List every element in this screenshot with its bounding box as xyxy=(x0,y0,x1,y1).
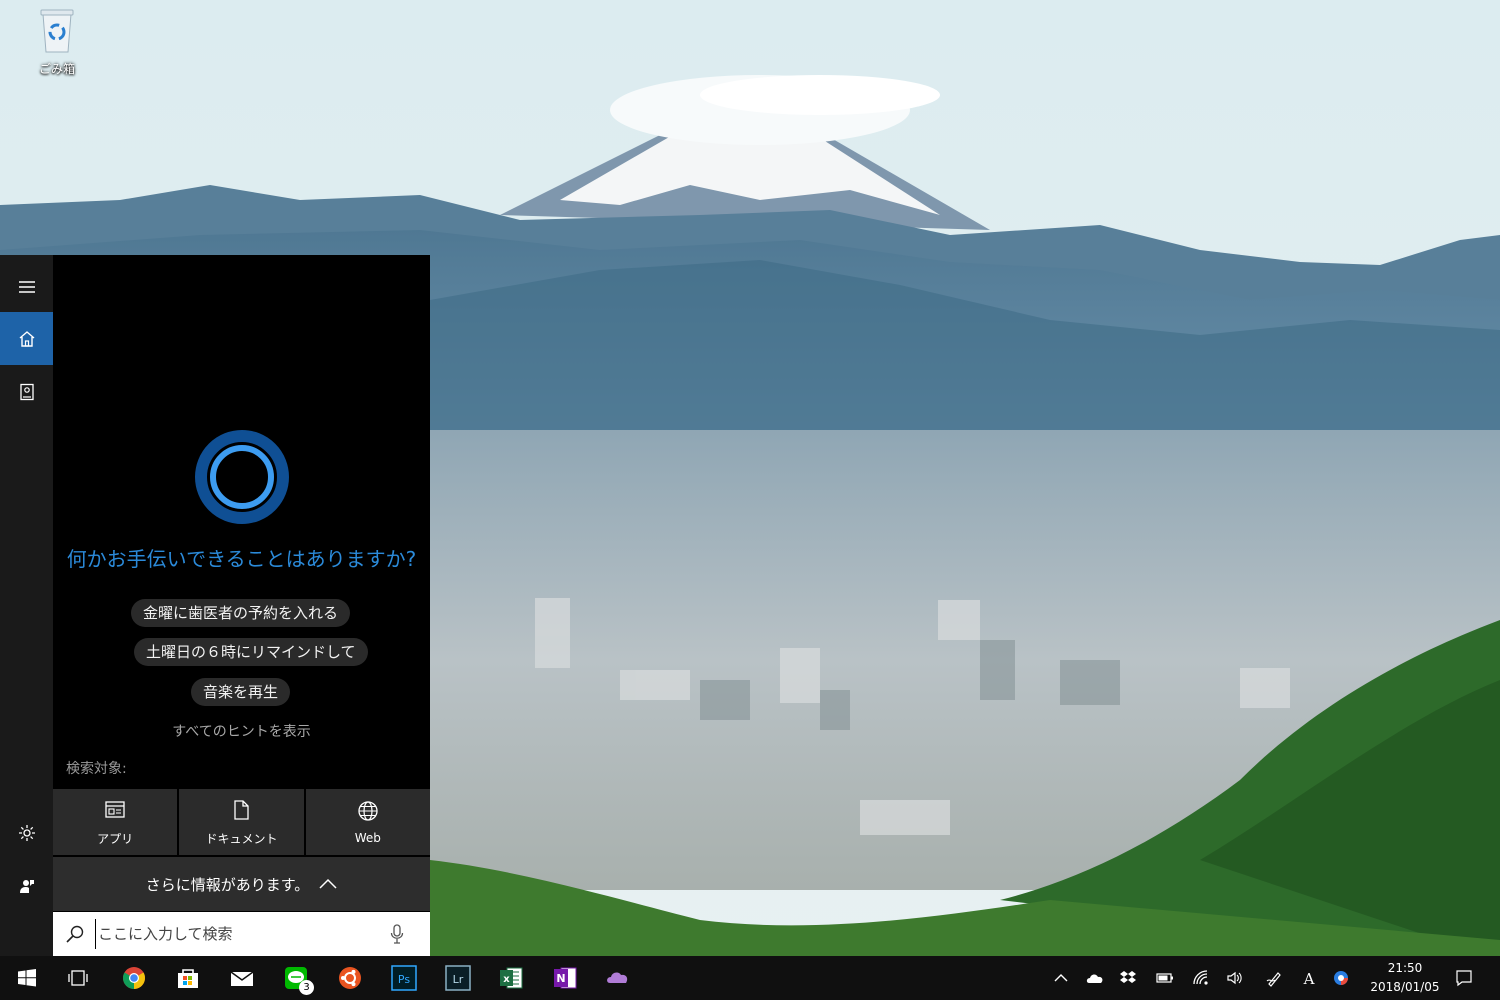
recycle-bin-icon xyxy=(40,9,74,53)
search-scopes: アプリ ドキュメント Web xyxy=(53,789,430,855)
scope-documents-label: ドキュメント xyxy=(205,831,278,846)
taskbar-onedrive[interactable] xyxy=(594,956,642,1000)
line-badge: 3 xyxy=(299,980,314,995)
taskbar-lightroom[interactable]: Lr xyxy=(434,956,482,1000)
tray-ime[interactable]: A xyxy=(1296,956,1322,1000)
ime-icon: A xyxy=(1303,970,1315,987)
suggestion-chip[interactable]: 金曜に歯医者の予約を入れる xyxy=(131,599,351,627)
clock-time: 21:50 xyxy=(1387,961,1423,975)
taskbar-ubuntu[interactable] xyxy=(326,956,374,1000)
document-icon xyxy=(234,799,250,820)
notebook-button[interactable] xyxy=(0,365,53,418)
dropbox-icon xyxy=(1120,971,1136,983)
clock-date: 2018/01/05 xyxy=(1370,980,1440,994)
cortana-ring-icon xyxy=(195,430,289,524)
tray-volume[interactable] xyxy=(1222,956,1248,1000)
ps-label: Ps xyxy=(398,973,410,986)
start-button[interactable] xyxy=(3,956,51,1000)
chevron-up-icon xyxy=(319,878,337,889)
store-icon xyxy=(178,969,198,988)
app-icon xyxy=(1334,971,1348,985)
more-info-label: さらに情報があります。 xyxy=(145,875,310,894)
lr-label: Lr xyxy=(453,973,464,986)
taskbar-store[interactable] xyxy=(164,956,212,1000)
settings-button[interactable] xyxy=(0,806,53,859)
search-input[interactable] xyxy=(95,919,385,949)
scope-web[interactable]: Web xyxy=(305,789,430,855)
tray-battery[interactable] xyxy=(1152,956,1178,1000)
suggestion-chip[interactable]: 土曜日の６時にリマインドして xyxy=(134,638,368,666)
scope-apps[interactable]: アプリ xyxy=(53,789,178,855)
tray-wifi[interactable] xyxy=(1188,956,1214,1000)
chevron-up-icon xyxy=(1054,974,1068,982)
onenote-icon: N xyxy=(554,967,577,989)
onenote-label: N xyxy=(556,972,565,985)
menu-icon xyxy=(18,280,35,293)
windows-logo-icon xyxy=(18,969,36,987)
taskbar-chrome[interactable] xyxy=(110,956,158,1000)
scope-apps-label: アプリ xyxy=(97,831,134,846)
tray-onedrive[interactable] xyxy=(1082,956,1108,1000)
show-hidden-icons[interactable] xyxy=(1048,956,1074,1000)
microphone-icon[interactable] xyxy=(389,923,405,945)
taskbar-onenote[interactable]: N xyxy=(541,956,589,1000)
show-all-hints-link[interactable]: すべてのヒントを表示 xyxy=(53,721,430,741)
search-box[interactable] xyxy=(53,912,430,956)
tray-pen[interactable] xyxy=(1262,956,1288,1000)
taskbar-photoshop[interactable]: Ps xyxy=(380,956,428,1000)
lightroom-icon: Lr xyxy=(445,965,471,991)
scope-web-label: Web xyxy=(354,831,381,845)
recycle-bin[interactable]: ごみ箱 xyxy=(28,6,86,77)
cortana-rail xyxy=(0,255,53,956)
photoshop-icon: Ps xyxy=(391,965,417,991)
home-icon xyxy=(19,330,34,347)
taskbar-excel[interactable]: x xyxy=(487,956,535,1000)
more-info-button[interactable]: さらに情報があります。 xyxy=(53,857,430,911)
ubuntu-icon xyxy=(339,967,361,989)
menu-button[interactable] xyxy=(0,260,53,313)
notebook-icon xyxy=(19,383,34,400)
cortana-main: 何かお手伝いできることはありますか? 金曜に歯医者の予約を入れる 土曜日の６時に… xyxy=(53,255,430,956)
scope-documents[interactable]: ドキュメント xyxy=(179,789,304,855)
taskbar-mail[interactable] xyxy=(218,956,266,1000)
search-scope-label: 検索対象: xyxy=(66,761,127,777)
chrome-icon xyxy=(123,967,145,989)
onedrive-cloud-icon xyxy=(607,972,628,983)
tray-dropbox[interactable] xyxy=(1115,956,1141,1000)
wifi-icon xyxy=(1193,970,1208,985)
task-view-icon xyxy=(68,970,88,986)
recycle-bin-label: ごみ箱 xyxy=(38,62,75,76)
globe-icon xyxy=(358,801,378,821)
taskbar-line[interactable]: 3 xyxy=(272,956,320,1000)
clock[interactable]: 21:50 2018/01/05 xyxy=(1362,959,1448,997)
feedback-icon xyxy=(19,879,34,893)
pen-icon xyxy=(1266,972,1281,987)
feedback-button[interactable] xyxy=(0,859,53,912)
excel-label: x xyxy=(503,974,510,985)
onedrive-icon xyxy=(1086,974,1103,983)
battery-icon xyxy=(1156,973,1173,983)
settings-icon xyxy=(18,824,35,841)
cortana-panel: 何かお手伝いできることはありますか? 金曜に歯医者の予約を入れる 土曜日の６時に… xyxy=(0,255,430,956)
excel-icon: x xyxy=(500,967,523,989)
volume-icon xyxy=(1227,971,1242,985)
search-icon xyxy=(66,925,84,943)
apps-icon xyxy=(105,800,125,818)
cortana-prompt: 何かお手伝いできることはありますか? xyxy=(66,547,417,571)
task-view-button[interactable] xyxy=(54,956,102,1000)
mail-icon xyxy=(230,971,254,986)
home-button[interactable] xyxy=(0,312,53,365)
notification-icon xyxy=(1456,970,1472,987)
suggestion-chip[interactable]: 音楽を再生 xyxy=(191,678,291,706)
action-center-button[interactable] xyxy=(1452,956,1476,1000)
tray-app[interactable] xyxy=(1328,956,1354,1000)
ime-label: A xyxy=(1303,970,1315,987)
taskbar: 3 Ps Lr x N A 21:50 2018/01/05 xyxy=(0,956,1500,1000)
